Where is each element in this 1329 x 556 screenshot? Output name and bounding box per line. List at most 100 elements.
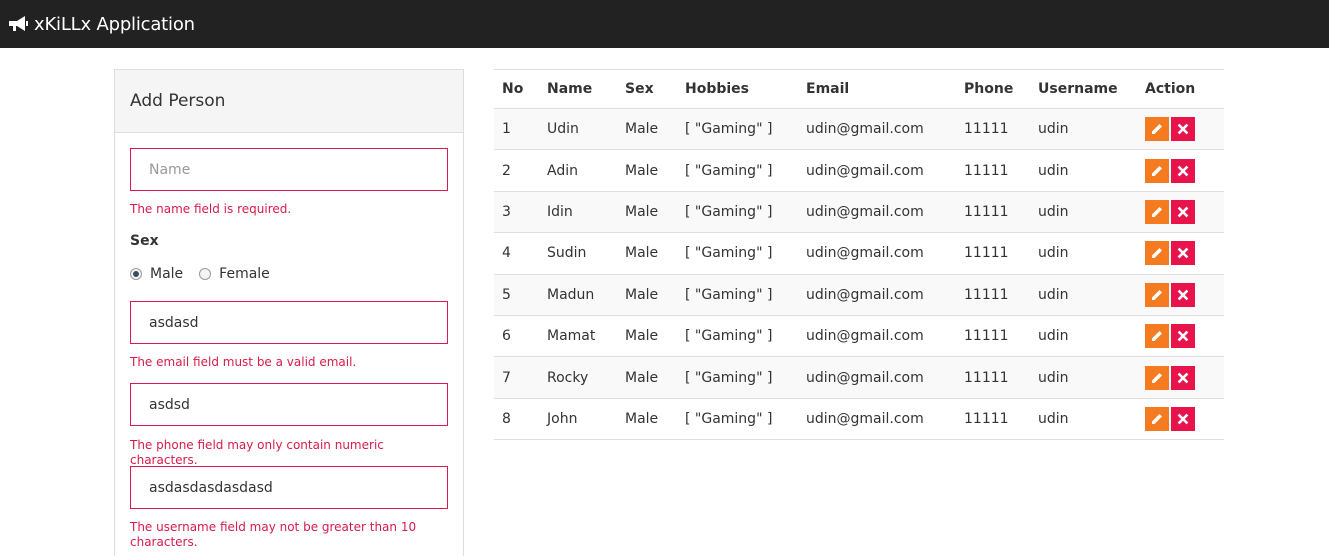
edit-button[interactable] bbox=[1145, 365, 1169, 390]
pencil-icon bbox=[1152, 165, 1162, 176]
cell-sex: Male bbox=[625, 121, 659, 138]
header-phone: Phone bbox=[956, 69, 1030, 109]
header-name: Name bbox=[539, 69, 617, 109]
delete-button[interactable] bbox=[1171, 117, 1195, 142]
cell-username: udin bbox=[1038, 121, 1069, 138]
sex-label: Sex bbox=[130, 233, 159, 249]
cell-action bbox=[1137, 233, 1224, 274]
cell-sex: Male bbox=[625, 328, 659, 345]
delete-button[interactable] bbox=[1171, 365, 1195, 390]
edit-button[interactable] bbox=[1145, 324, 1169, 349]
cell-action bbox=[1137, 191, 1224, 232]
cell-hobbies: [ "Gaming" ] bbox=[685, 369, 773, 386]
cell-sex: Male bbox=[625, 162, 659, 179]
cell-no: 7 bbox=[502, 369, 511, 386]
times-icon bbox=[1177, 372, 1189, 383]
name-input[interactable] bbox=[130, 148, 448, 191]
cell-name: Adin bbox=[547, 162, 578, 179]
female-radio[interactable] bbox=[199, 268, 212, 280]
table-row: 6 Mamat Male [ "Gaming" ] udin@gmail.com 1111… bbox=[494, 315, 1224, 357]
cell-email: udin@gmail.com bbox=[806, 245, 924, 262]
pencil-icon bbox=[1152, 124, 1162, 135]
edit-button[interactable] bbox=[1145, 158, 1169, 183]
cell-name: Sudin bbox=[547, 245, 587, 262]
cell-username: udin bbox=[1038, 410, 1069, 427]
cell-action bbox=[1137, 398, 1224, 439]
sex-radio-group: Male Female bbox=[130, 266, 286, 282]
header-username: Username bbox=[1030, 69, 1137, 109]
phone-input[interactable] bbox=[130, 383, 448, 426]
delete-button[interactable] bbox=[1171, 324, 1195, 349]
cell-action bbox=[1137, 357, 1224, 398]
times-icon bbox=[1177, 165, 1189, 176]
delete-button[interactable] bbox=[1171, 282, 1195, 307]
pencil-icon bbox=[1152, 372, 1162, 383]
header-email: Email bbox=[798, 69, 956, 109]
add-person-panel: Add Person The name field is required. S… bbox=[114, 69, 464, 556]
brand-link[interactable]: xKiLLx Application bbox=[0, 0, 195, 48]
email-input[interactable] bbox=[130, 301, 448, 344]
table-row: 3 Idin Male [ "Gaming" ] udin@gmail.com 11111… bbox=[494, 191, 1224, 233]
cell-hobbies: [ "Gaming" ] bbox=[685, 245, 773, 262]
delete-button[interactable] bbox=[1171, 241, 1195, 266]
username-input[interactable] bbox=[130, 466, 448, 509]
pencil-icon bbox=[1152, 331, 1162, 342]
times-icon bbox=[1177, 123, 1189, 135]
cell-action bbox=[1137, 109, 1224, 150]
pencil-icon bbox=[1152, 413, 1162, 424]
cell-hobbies: [ "Gaming" ] bbox=[685, 410, 773, 427]
table-row: 5 Madun Male [ "Gaming" ] udin@gmail.com 1111… bbox=[494, 274, 1224, 316]
cell-username: udin bbox=[1038, 203, 1069, 220]
edit-button[interactable] bbox=[1145, 117, 1169, 142]
cell-hobbies: [ "Gaming" ] bbox=[685, 162, 773, 179]
delete-button[interactable] bbox=[1171, 199, 1195, 224]
edit-button[interactable] bbox=[1145, 282, 1169, 307]
pencil-icon bbox=[1152, 248, 1162, 259]
table-header-row: No Name Sex Hobbies Email Phone Username… bbox=[494, 69, 1224, 109]
sex-option-female[interactable]: Female bbox=[199, 266, 270, 282]
edit-button[interactable] bbox=[1145, 199, 1169, 224]
cell-sex: Male bbox=[625, 410, 659, 427]
cell-hobbies: [ "Gaming" ] bbox=[685, 203, 773, 220]
table-row: 7 Rocky Male [ "Gaming" ] udin@gmail.com 1111… bbox=[494, 356, 1224, 399]
delete-button[interactable] bbox=[1171, 158, 1195, 183]
times-icon bbox=[1177, 206, 1189, 218]
cell-hobbies: [ "Gaming" ] bbox=[685, 286, 773, 303]
cell-action bbox=[1137, 315, 1224, 356]
male-radio[interactable] bbox=[130, 268, 142, 280]
cell-no: 1 bbox=[502, 121, 511, 138]
cell-email: udin@gmail.com bbox=[806, 369, 924, 386]
cell-phone: 11111 bbox=[964, 121, 1009, 138]
header-sex: Sex bbox=[617, 69, 677, 109]
cell-phone: 11111 bbox=[964, 369, 1009, 386]
edit-button[interactable] bbox=[1145, 241, 1169, 266]
name-error: The name field is required. bbox=[130, 202, 292, 216]
cell-name: Udin bbox=[547, 121, 579, 138]
cell-name: Idin bbox=[547, 203, 573, 220]
cell-username: udin bbox=[1038, 369, 1069, 386]
cell-username: udin bbox=[1038, 286, 1069, 303]
phone-error: The phone field may only contain numeric… bbox=[130, 438, 384, 467]
cell-name: John bbox=[547, 410, 578, 427]
sex-option-male[interactable]: Male bbox=[130, 266, 183, 282]
pencil-icon bbox=[1152, 206, 1162, 217]
brand-title: xKiLLx Application bbox=[34, 13, 195, 35]
cell-name: Madun bbox=[547, 286, 595, 303]
edit-button[interactable] bbox=[1145, 406, 1169, 431]
times-icon bbox=[1177, 289, 1189, 301]
pencil-icon bbox=[1152, 289, 1162, 300]
cell-email: udin@gmail.com bbox=[806, 410, 924, 427]
cell-name: Mamat bbox=[547, 328, 596, 345]
cell-no: 6 bbox=[502, 328, 511, 345]
cell-sex: Male bbox=[625, 245, 659, 262]
cell-phone: 11111 bbox=[964, 245, 1009, 262]
cell-no: 5 bbox=[502, 286, 511, 303]
cell-phone: 11111 bbox=[964, 286, 1009, 303]
delete-button[interactable] bbox=[1171, 406, 1195, 431]
table-row: 2 Adin Male [ "Gaming" ] udin@gmail.com 11111… bbox=[494, 150, 1224, 192]
cell-no: 2 bbox=[502, 162, 511, 179]
table-row: 4 Sudin Male [ "Gaming" ] udin@gmail.com 1111… bbox=[494, 233, 1224, 275]
times-icon bbox=[1177, 413, 1189, 425]
cell-no: 8 bbox=[502, 410, 511, 427]
cell-no: 3 bbox=[502, 203, 511, 220]
